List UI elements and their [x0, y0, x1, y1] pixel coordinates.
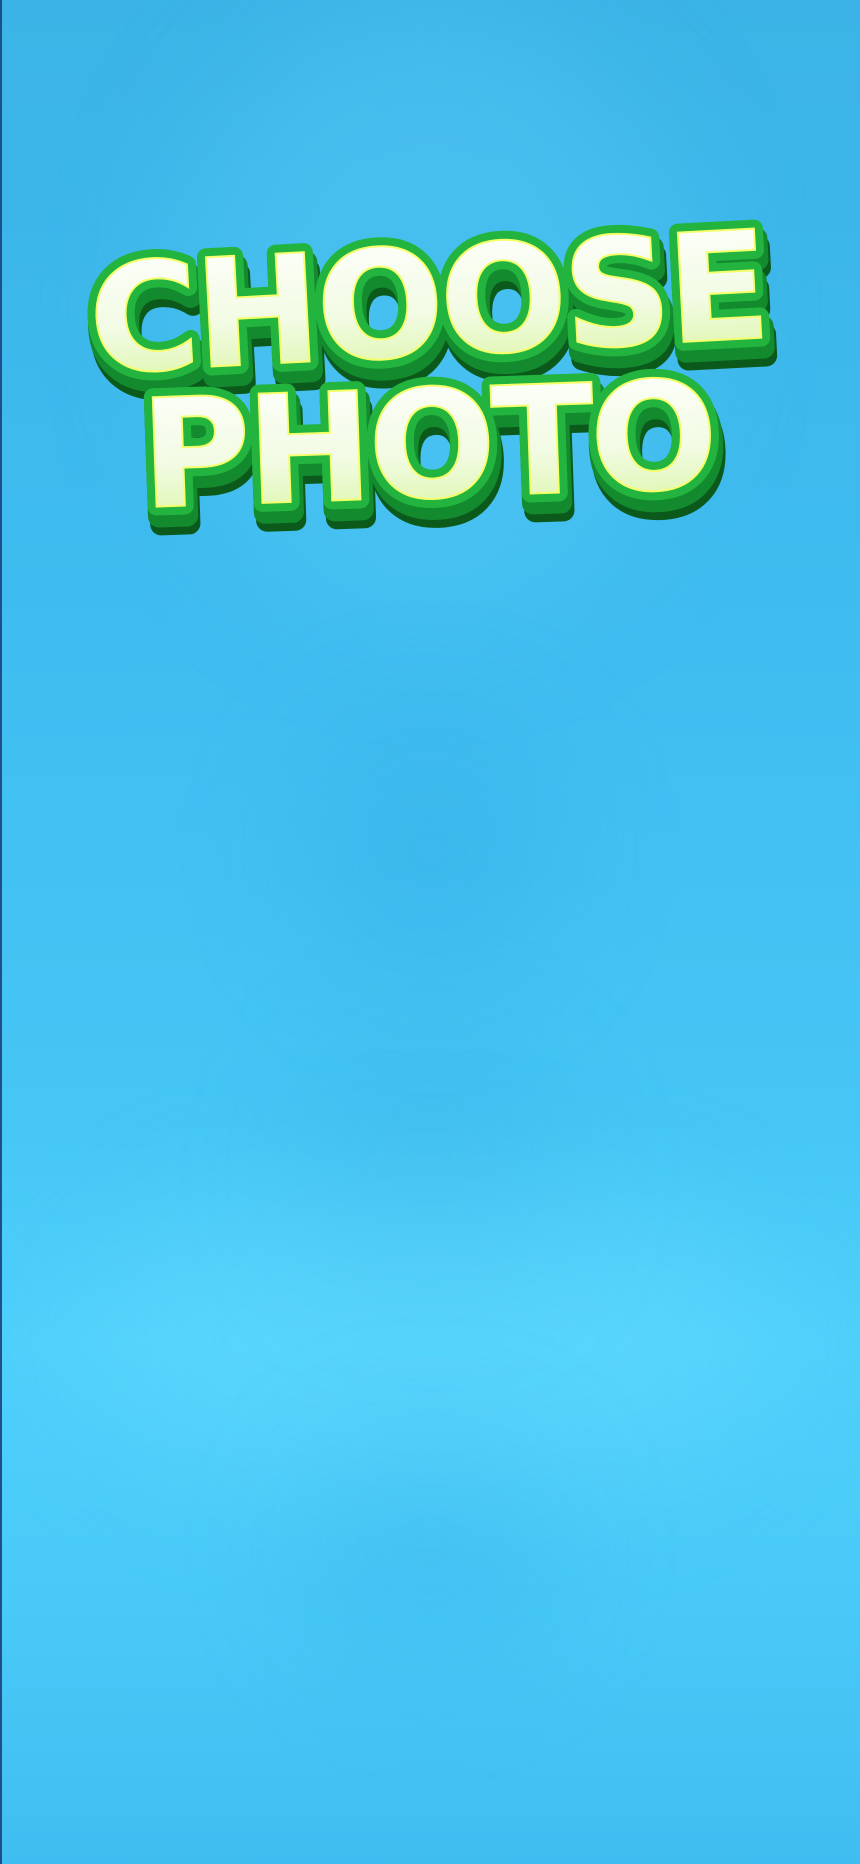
background-glow — [300, 720, 560, 980]
title-logo: CHOOSE CHOOSE CHOOSE CHOOSE PHOTO PHOTO … — [76, 215, 786, 572]
screen-edge — [0, 0, 2, 1864]
game-screen: CHOOSE CHOOSE CHOOSE CHOOSE PHOTO PHOTO … — [0, 0, 860, 1864]
background-glow — [300, 1430, 560, 1670]
title-line2: PHOTO — [138, 349, 717, 543]
choose-photo-title: CHOOSE CHOOSE CHOOSE CHOOSE PHOTO PHOTO … — [60, 215, 800, 575]
